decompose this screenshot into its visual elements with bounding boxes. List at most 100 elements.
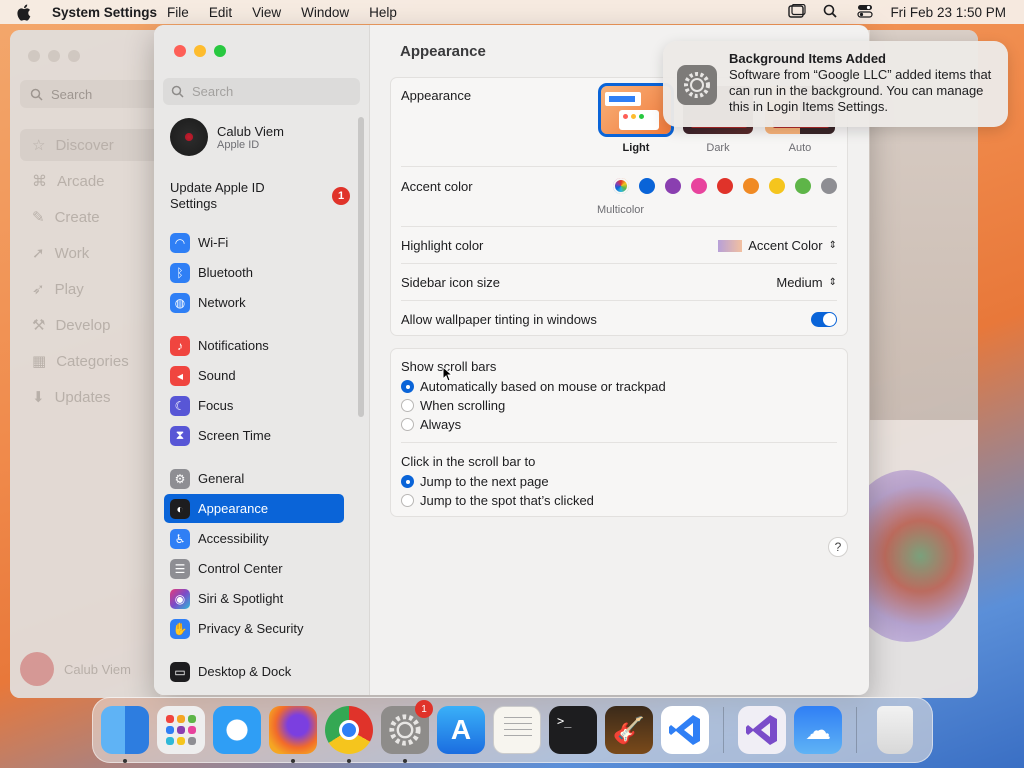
sidebar-item-desktop-dock[interactable]: ▭ Desktop & Dock	[164, 657, 344, 686]
apple-id-profile[interactable]: Calub Viem Apple ID	[170, 118, 284, 156]
sidebar-icon-size-row: Sidebar icon size Medium ⇕	[401, 275, 837, 290]
accent-color-row: Accent color	[401, 178, 837, 194]
edit-menu[interactable]: Edit	[209, 5, 232, 20]
wallpaper-tinting-toggle[interactable]	[811, 312, 837, 327]
sidebar-item-accessibility[interactable]: ♿ Accessibility	[164, 524, 344, 553]
search-icon	[171, 85, 184, 98]
bell-icon: ♪	[170, 335, 190, 356]
accent-red[interactable]	[717, 178, 733, 194]
dock-app-store-icon[interactable]: A	[437, 706, 485, 754]
sidebar-search[interactable]	[163, 78, 360, 105]
accent-multicolor[interactable]	[613, 178, 629, 194]
dock-terminal-icon[interactable]: >_	[549, 706, 597, 754]
control-center-icon: ☰	[170, 558, 190, 579]
accent-green[interactable]	[795, 178, 811, 194]
accent-pink[interactable]	[691, 178, 707, 194]
clock[interactable]: Fri Feb 23 1:50 PM	[890, 5, 1006, 20]
control-center-menu-icon[interactable]	[856, 4, 874, 21]
dock-weather-icon[interactable]: ☁	[794, 706, 842, 754]
theme-light-preview	[598, 83, 674, 137]
click-scroll-bar-label: Click in the scroll bar to	[401, 454, 536, 469]
speaker-icon: ◂	[170, 365, 190, 386]
accessibility-icon: ♿	[170, 528, 190, 549]
dock-visual-studio-icon[interactable]	[738, 706, 786, 754]
dock-safari-icon[interactable]	[213, 706, 261, 754]
sidebar-icon-size-value: Medium	[776, 275, 823, 290]
theme-dark-label: Dark	[706, 142, 730, 154]
settings-badge: 1	[415, 700, 433, 718]
highlight-color-popup[interactable]: Accent Color ⇕	[718, 238, 837, 253]
settings-gear-icon	[677, 65, 717, 105]
notification-body: Software from “Google LLC” added items t…	[729, 67, 992, 114]
hourglass-icon: ⧗	[170, 425, 190, 446]
profile-name: Calub Viem	[217, 123, 284, 139]
brush-icon: ✎	[32, 209, 45, 226]
sidebar-item-sound[interactable]: ◂ Sound	[164, 361, 344, 390]
search-input[interactable]	[192, 84, 352, 99]
sidebar-item-privacy[interactable]: ✋ Privacy & Security	[164, 614, 344, 643]
dock-trash-icon[interactable]	[877, 706, 913, 754]
sidebar-item-notifications[interactable]: ♪ Notifications	[164, 331, 344, 360]
minimize-button[interactable]	[194, 45, 206, 57]
sidebar-icon-size-popup[interactable]: Medium ⇕	[776, 275, 837, 290]
dock-garageband-icon[interactable]: 🎸	[605, 706, 653, 754]
dock-launchpad-icon[interactable]	[157, 706, 205, 754]
sidebar-item-appearance[interactable]: ◐ Appearance	[164, 494, 344, 523]
traffic-lights	[174, 45, 226, 57]
accent-color-label: Accent color	[401, 178, 473, 194]
help-button[interactable]: ?	[828, 537, 848, 557]
click-next-page-radio[interactable]: Jump to the next page	[401, 474, 549, 489]
sidebar-item-siri[interactable]: ◉ Siri & Spotlight	[164, 584, 344, 613]
sidebar-item-network[interactable]: ◍ Network	[164, 288, 344, 317]
click-spot-radio[interactable]: Jump to the spot that’s clicked	[401, 493, 594, 508]
spotlight-search-icon[interactable]	[822, 4, 840, 21]
dock-firefox-icon[interactable]	[269, 706, 317, 763]
dock-vscode-icon[interactable]	[661, 706, 709, 754]
scrollbar-when-scrolling-radio[interactable]: When scrolling	[401, 398, 505, 413]
radio-icon	[401, 418, 414, 431]
close-button[interactable]	[174, 45, 186, 57]
sidebar-item-general[interactable]: ⚙ General	[164, 464, 344, 493]
zoom-button[interactable]	[214, 45, 226, 57]
accent-yellow[interactable]	[769, 178, 785, 194]
app-store-user: Calub Viem	[20, 652, 131, 686]
notification-title: Background Items Added	[729, 51, 886, 66]
file-menu[interactable]: File	[167, 5, 189, 20]
sidebar-item-bluetooth[interactable]: ᛒ Bluetooth	[164, 258, 344, 287]
sidebar-item-screen-time[interactable]: ⧗ Screen Time	[164, 421, 344, 450]
app-name-menu[interactable]: System Settings	[52, 5, 157, 20]
accent-purple[interactable]	[665, 178, 681, 194]
sidebar-scrollbar[interactable]	[358, 117, 364, 417]
notification-banner[interactable]: Background Items Added Software from “Go…	[663, 41, 1008, 127]
dock-textedit-icon[interactable]	[493, 706, 541, 754]
gear-icon: ⚙	[170, 468, 190, 489]
accent-blue[interactable]	[639, 178, 655, 194]
sidebar-item-wifi[interactable]: ◠ Wi-Fi	[164, 228, 344, 257]
help-menu[interactable]: Help	[369, 5, 397, 20]
scrollbar-auto-radio[interactable]: Automatically based on mouse or trackpad	[401, 379, 666, 394]
globe-icon: ◍	[170, 292, 190, 313]
update-badge: 1	[332, 187, 350, 205]
search-icon	[30, 88, 43, 101]
window-menu[interactable]: Window	[301, 5, 349, 20]
stage-manager-icon[interactable]	[788, 3, 807, 21]
radio-selected-icon	[401, 475, 414, 488]
page-title: Appearance	[400, 43, 486, 60]
dock-separator	[856, 707, 857, 753]
dock-chrome-icon[interactable]	[325, 706, 373, 763]
theme-light[interactable]: Light	[598, 83, 674, 154]
sidebar-item-control-center[interactable]: ☰ Control Center	[164, 554, 344, 583]
radio-selected-icon	[401, 380, 414, 393]
wallpaper-tinting-row: Allow wallpaper tinting in windows	[401, 312, 837, 327]
update-apple-id-item[interactable]: Update Apple ID Settings 1	[170, 180, 350, 212]
accent-orange[interactable]	[743, 178, 759, 194]
dock-finder-icon[interactable]	[101, 706, 149, 763]
view-menu[interactable]: View	[252, 5, 281, 20]
accent-graphite[interactable]	[821, 178, 837, 194]
sidebar-icon-size-label: Sidebar icon size	[401, 275, 500, 290]
highlight-value: Accent Color	[748, 238, 823, 253]
apple-menu-icon[interactable]	[16, 3, 34, 21]
dock-system-settings-icon[interactable]: 1	[381, 700, 433, 763]
scrollbar-always-radio[interactable]: Always	[401, 417, 461, 432]
sidebar-item-focus[interactable]: ☾ Focus	[164, 391, 344, 420]
